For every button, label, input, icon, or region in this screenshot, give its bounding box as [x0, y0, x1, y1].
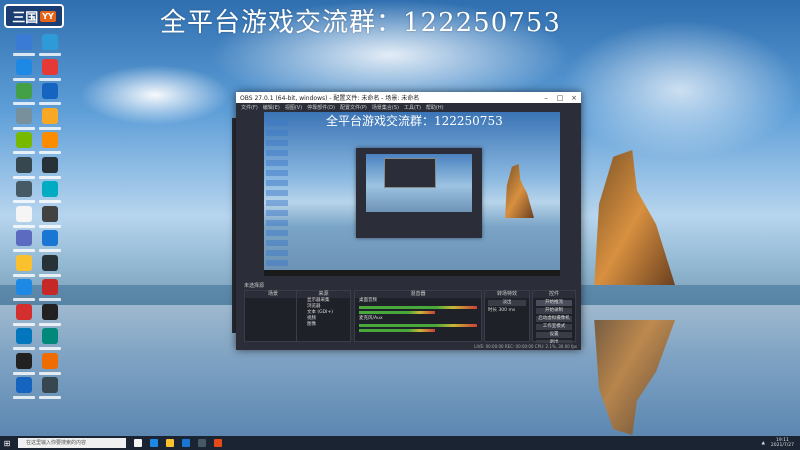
volume-slider[interactable]	[359, 311, 435, 314]
preview-nested-obs	[356, 148, 482, 238]
controls-panel[interactable]: 控件 开始推流开始录制启动虚拟摄像机工作室模式设置退出	[532, 290, 576, 346]
mixer-track-label: 桌面音频	[359, 298, 377, 303]
volume-meter	[359, 306, 477, 309]
taskbar-search-input[interactable]: 在这里输入你要搜索的内容	[18, 438, 126, 448]
desktop-icons	[0, 34, 74, 434]
control-button[interactable]: 工作室模式	[536, 324, 572, 330]
obs-title: OBS 27.0.1 (64-bit, windows) - 配置文件: 未命名…	[240, 95, 420, 102]
clock-date: 2021/7/27	[770, 443, 794, 448]
taskbar: ⊞ 在这里输入你要搜索的内容 ▲ 19:11 2021/7/27	[0, 436, 800, 450]
obs-menu-item[interactable]: 停靠部件(D)	[307, 104, 335, 111]
control-button[interactable]: 开始录制	[536, 308, 572, 314]
minimize-icon[interactable]: –	[539, 94, 553, 102]
preview-taskbar	[264, 270, 560, 276]
control-button[interactable]: 开始推流	[536, 300, 572, 306]
transition-select[interactable]: 淡出	[488, 300, 526, 306]
control-button[interactable]: 启动虚拟摄像机	[536, 316, 572, 322]
taskbar-app-icon[interactable]	[150, 439, 158, 447]
rock-formation	[594, 150, 675, 285]
obs-window[interactable]: OBS 27.0.1 (64-bit, windows) - 配置文件: 未命名…	[236, 92, 581, 350]
mixer-header: 混音器	[355, 291, 481, 298]
sources-header: 来源	[297, 291, 350, 298]
mixer-panel[interactable]: 混音器 桌面音频麦克风/Aux	[354, 290, 482, 342]
obs-menu-item[interactable]: 文件(F)	[241, 104, 258, 111]
obs-preview[interactable]: 全平台游戏交流群：122250753	[264, 112, 560, 276]
preview-desktop-icons	[266, 120, 288, 270]
obs-menu-item[interactable]: 帮助(H)	[426, 104, 444, 111]
duration-label: 时长	[488, 308, 497, 313]
close-icon[interactable]: ×	[567, 94, 581, 102]
obs-menu-item[interactable]: 编辑(E)	[263, 104, 280, 111]
obs-menu-item[interactable]: 视图(V)	[285, 104, 302, 111]
taskbar-app-icon[interactable]	[214, 439, 222, 447]
obs-menu-item[interactable]: 配置文件(P)	[340, 104, 367, 111]
control-button[interactable]: 设置	[536, 332, 572, 338]
channel-logo: 三国 YY	[4, 4, 64, 28]
obs-statusbar: LIVE: 00:00:00 REC: 00:00:00 CPU: 2.1%, …	[236, 343, 581, 350]
preview-rock	[505, 164, 534, 218]
scenes-panel[interactable]: 场景	[244, 290, 302, 342]
obs-menu-item[interactable]: 工具(T)	[404, 104, 421, 111]
dock-title: 未选择源	[244, 283, 265, 289]
obs-menu-item[interactable]: 场景集合(S)	[372, 104, 399, 111]
transitions-panel[interactable]: 转场特效 淡出 时长 300 ms	[484, 290, 530, 342]
preview-banner: 全平台游戏交流群：122250753	[326, 114, 503, 128]
system-tray: ▲ 19:11 2021/7/27	[761, 438, 794, 448]
taskbar-app-icon[interactable]	[134, 439, 142, 447]
obs-menubar: 文件(F) 编辑(E) 视图(V) 停靠部件(D) 配置文件(P) 场景集合(S) 工具(T…	[236, 103, 581, 112]
controls-header: 控件	[533, 291, 575, 298]
mixer-track-label: 麦克风/Aux	[359, 316, 383, 321]
desktop-icon[interactable]	[12, 377, 36, 407]
transitions-header: 转场特效	[485, 291, 529, 298]
obs-titlebar[interactable]: OBS 27.0.1 (64-bit, windows) - 配置文件: 未命名…	[236, 92, 581, 103]
taskbar-app-icon[interactable]	[166, 439, 174, 447]
taskbar-clock[interactable]: 19:11 2021/7/27	[771, 438, 794, 448]
scenes-header: 场景	[245, 291, 301, 298]
sources-panel[interactable]: 来源 显示器采集 浏览器 文本 (GDI+) 视频 图像	[296, 290, 351, 342]
duration-input[interactable]: 300 ms	[498, 308, 515, 313]
volume-meter	[359, 324, 477, 327]
maximize-icon[interactable]: □	[553, 94, 567, 102]
taskbar-app-icon[interactable]	[182, 439, 190, 447]
taskbar-app-icon[interactable]	[198, 439, 206, 447]
desktop-icon[interactable]	[38, 377, 62, 407]
network-icon[interactable]: ▲	[761, 441, 764, 446]
group-banner: 全平台游戏交流群：122250753	[160, 8, 561, 38]
volume-slider[interactable]	[359, 329, 435, 332]
source-item[interactable]: 图像	[297, 322, 350, 328]
windows-start-icon[interactable]: ⊞	[0, 436, 14, 450]
